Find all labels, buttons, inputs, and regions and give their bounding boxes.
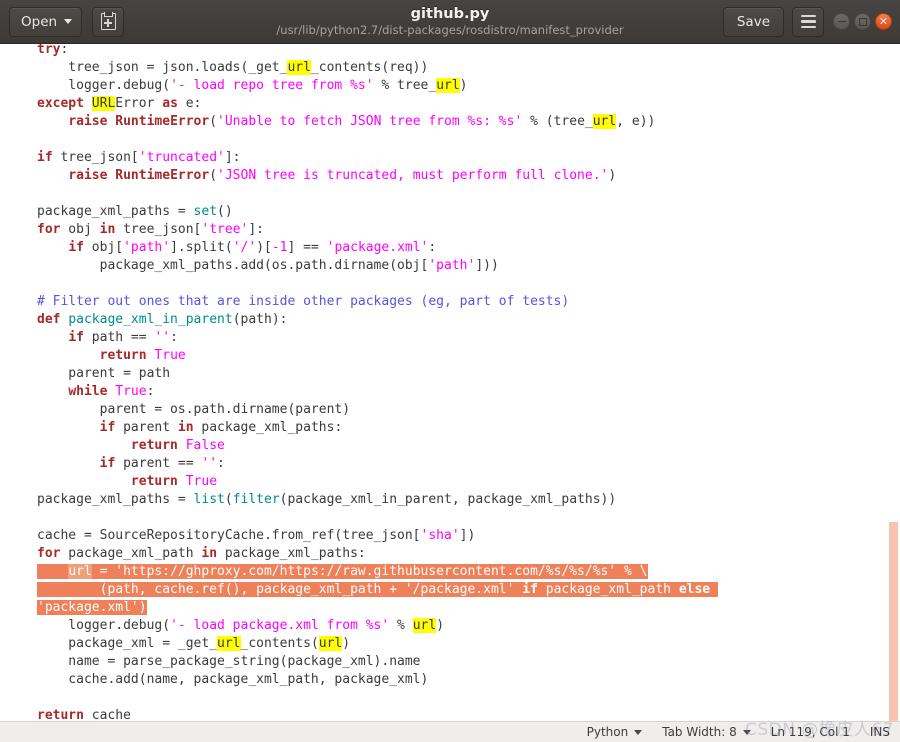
open-button-label: Open	[21, 13, 58, 30]
tab-width-selector[interactable]: Tab Width: 8	[652, 722, 760, 742]
code-editor[interactable]: try: tree_json = json.loads(_get_url_con…	[0, 44, 900, 721]
maximize-icon	[858, 17, 867, 26]
vertical-scrollbar[interactable]	[887, 44, 900, 721]
chevron-down-icon	[64, 19, 73, 24]
minimize-icon	[837, 20, 846, 23]
gedit-window: Open Save github.py /usr/lib/python2.7/d…	[0, 0, 900, 742]
save-as-button[interactable]	[92, 6, 125, 37]
hamburger-menu-icon	[800, 14, 816, 29]
minimize-button[interactable]	[833, 13, 850, 30]
save-as-icon	[100, 12, 116, 30]
language-label: Python	[586, 725, 629, 739]
tab-width-label: Tab Width: 8	[662, 725, 737, 739]
language-selector[interactable]: Python	[577, 722, 653, 742]
scrollbar-thumb[interactable]	[889, 522, 898, 721]
window-controls: ✕	[833, 0, 892, 43]
cursor-position: Ln 119, Col 1	[770, 725, 850, 739]
insert-mode-indicator: INS	[869, 725, 890, 739]
titlebar: Open Save github.py /usr/lib/python2.7/d…	[0, 0, 900, 44]
save-button[interactable]: Save	[722, 6, 784, 37]
close-button[interactable]: ✕	[875, 13, 892, 30]
open-button[interactable]: Open	[9, 6, 83, 37]
hamburger-menu-button[interactable]	[792, 6, 824, 37]
page-title: github.py	[410, 6, 490, 22]
maximize-button[interactable]	[854, 13, 871, 30]
file-path-subtitle: /usr/lib/python2.7/dist-packages/rosdist…	[276, 23, 624, 37]
chevron-down-icon	[634, 729, 643, 735]
close-icon: ✕	[878, 15, 889, 28]
chevron-down-icon	[742, 729, 751, 735]
save-button-label: Save	[736, 13, 770, 30]
statusbar: Python Tab Width: 8 Ln 119, Col 1 INS CS…	[0, 720, 900, 742]
code-content[interactable]: try: tree_json = json.loads(_get_url_con…	[0, 44, 900, 721]
